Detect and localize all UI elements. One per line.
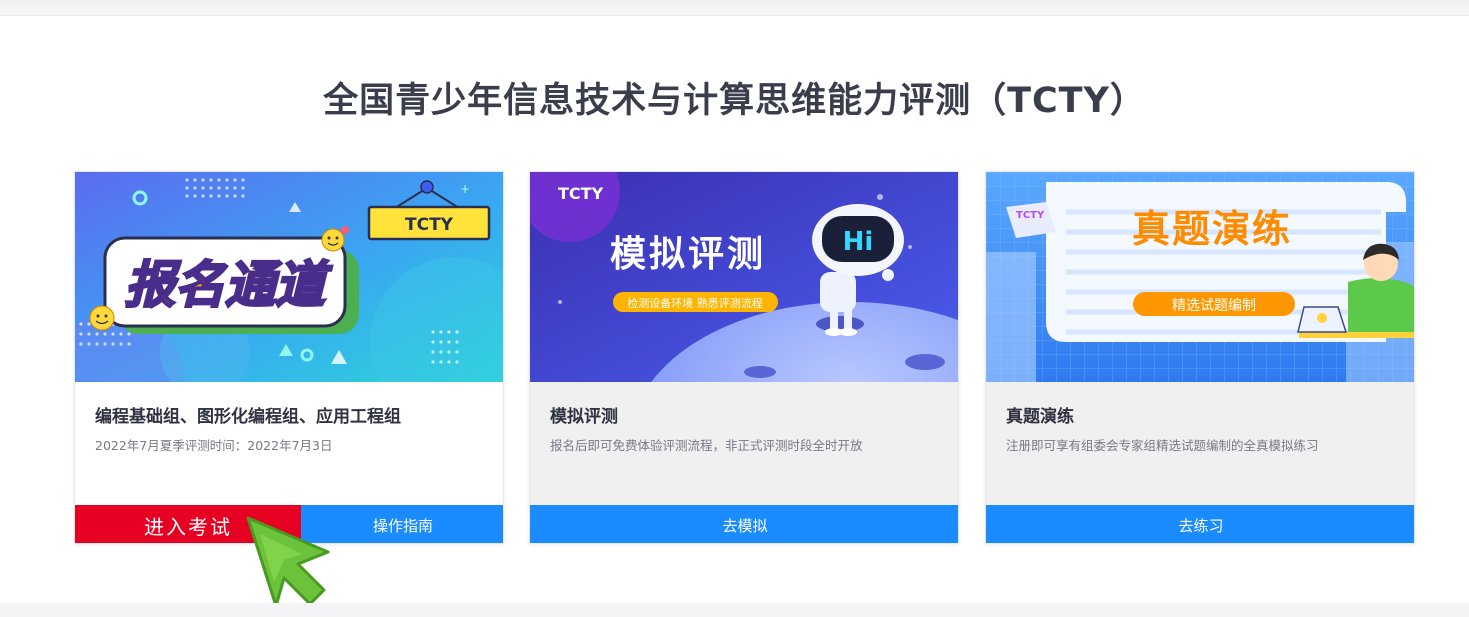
svg-text:+: + (460, 182, 470, 196)
card-subtitle: 注册即可享有组委会专家组精选试题编制的全真模拟练习 (1006, 438, 1319, 453)
card-title: 真题演练 (1006, 407, 1074, 427)
card-practice: TCTY 真题演练 精选试题编制 真题演练 注册即可享有组委会专家组精选试题编制… (985, 171, 1415, 544)
go-practice-button[interactable]: 去练习 (986, 505, 1414, 543)
robot-text: Hi (843, 227, 874, 257)
banner-pill: 精选试题编制 (1172, 298, 1256, 314)
banner-main-text: 报名通道 (125, 256, 333, 314)
banner-logo: TCTY (558, 184, 604, 203)
card-subtitle: 报名后即可免费体验评测流程，非正式评测时段全时开放 (550, 438, 863, 453)
card-actions: 去练习 (986, 505, 1414, 543)
card-mock-test: TCTY 模拟评测 检测设备环境 熟悉评测流程 Hi 模拟评测 报名后即可免费体… (529, 171, 959, 544)
registration-banner[interactable]: 报名通道 TCTY + (75, 172, 503, 382)
banner-main-text: 真题演练 (1132, 207, 1292, 251)
practice-banner[interactable]: TCTY 真题演练 精选试题编制 (986, 172, 1414, 382)
bottom-strip (0, 603, 1469, 617)
card-actions: 去模拟 (530, 505, 958, 543)
banner-main-text: 模拟评测 (610, 234, 766, 275)
banner-tag: TCTY (405, 215, 454, 235)
top-strip (0, 0, 1469, 16)
go-mock-button[interactable]: 去模拟 (530, 505, 958, 543)
card-title: 模拟评测 (550, 407, 618, 427)
card-subtitle: 2022年7月夏季评测时间：2022年7月3日 (95, 438, 333, 453)
card-registration: 报名通道 TCTY + 编程基础组、图形化编程组、应用工程组 2022年7月夏季… (74, 171, 504, 544)
arrow-cursor-icon (246, 516, 330, 608)
card-title: 编程基础组、图形化编程组、应用工程组 (95, 407, 401, 427)
page-title: 全国青少年信息技术与计算思维能力评测（TCTY） (323, 81, 1146, 121)
smiley-face-icon (89, 305, 115, 331)
mock-test-banner[interactable]: TCTY 模拟评测 检测设备环境 熟悉评测流程 Hi (530, 172, 958, 382)
banner-pill: 检测设备环境 熟悉评测流程 (627, 296, 763, 310)
banner-tag: TCTY (1016, 210, 1045, 221)
